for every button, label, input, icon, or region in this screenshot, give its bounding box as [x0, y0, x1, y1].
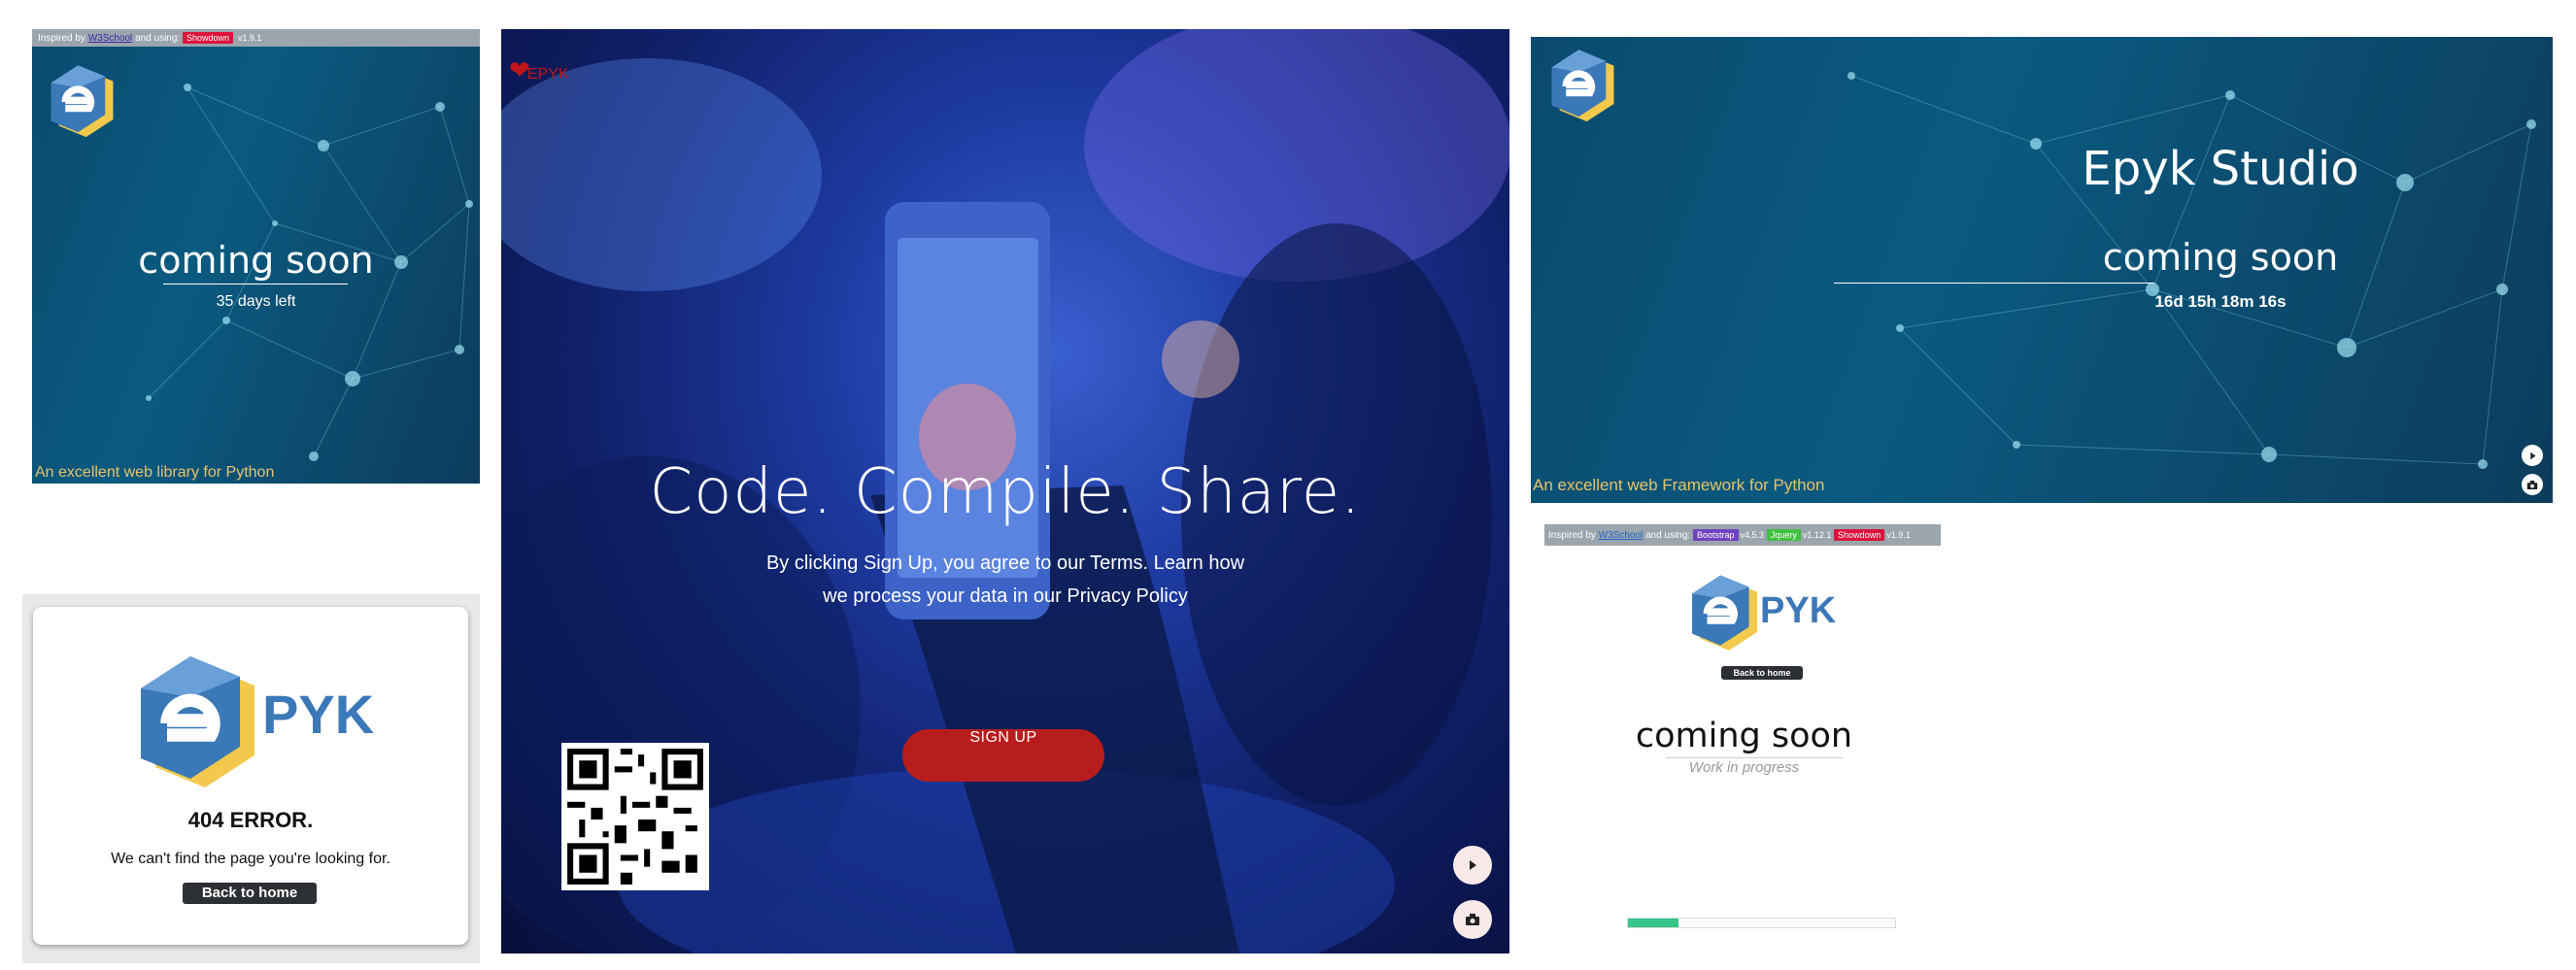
camera-icon — [2526, 480, 2538, 489]
qr-code-icon — [561, 743, 709, 890]
inspired-text: Inspired by — [38, 33, 85, 44]
hero-signup-panel: ❤ EPYK Code. Compile. Share. By clicking… — [501, 29, 1509, 953]
subtext-line-2: we process your data in our Privacy Poli… — [823, 585, 1188, 607]
jquery-badge: Jquery — [1766, 529, 1801, 542]
w3school-link[interactable]: W3School — [88, 33, 133, 44]
play-button[interactable] — [1453, 846, 1492, 885]
countdown-text: 16d 15h 18m 16s — [2154, 292, 2287, 311]
inspired-bar: Inspired by W3School and using: Bootstra… — [1544, 524, 1941, 546]
coming-soon-title: coming soon — [138, 239, 374, 282]
studio-coming-soon-panel: Epyk Studio coming soon 16d 15h 18m 16s … — [1531, 37, 2553, 503]
w3school-link[interactable]: W3School — [1599, 530, 1644, 541]
camera-button[interactable] — [2522, 474, 2543, 495]
bootstrap-version: v4.5.3 — [1740, 530, 1765, 540]
play-icon — [2529, 452, 2535, 459]
error-message: We can't find the page you're looking fo… — [111, 851, 390, 867]
showdown-badge: Showdown — [1834, 529, 1885, 542]
work-in-progress-subtitle: Work in progress — [1688, 759, 1800, 776]
play-icon — [1470, 860, 1476, 870]
using-text: and using: — [1645, 530, 1691, 541]
title-divider — [1666, 757, 1843, 758]
back-to-home-button[interactable]: Back to home — [1721, 666, 1803, 680]
showdown-version: v1.9.1 — [1886, 530, 1911, 540]
sign-up-button[interactable]: SIGN UP — [902, 729, 1104, 782]
footer-tagline: An excellent web Framework for Python — [1533, 476, 1825, 494]
jquery-version: v1.12.1 — [1802, 530, 1832, 540]
bootstrap-badge: Bootstrap — [1693, 529, 1739, 542]
progress-fill — [1628, 919, 1679, 927]
logo-text: PYK — [262, 684, 375, 745]
epyk-logo-icon — [1541, 43, 1620, 130]
coming-soon-title: coming soon — [1635, 717, 1853, 755]
brand-logo-text: EPYK — [526, 66, 569, 83]
days-left-text: 35 days left — [216, 293, 296, 310]
play-button[interactable] — [2522, 445, 2543, 466]
coming-soon-small-panel: Inspired by W3School and using: Showdown… — [32, 29, 480, 484]
inspired-text: Inspired by — [1548, 530, 1596, 541]
coming-soon-title: coming soon — [2102, 236, 2339, 279]
showdown-version: v1.9.1 — [237, 33, 262, 43]
brand-logo[interactable]: ❤ EPYK — [509, 56, 569, 85]
epyk-logo-icon — [40, 58, 119, 146]
camera-button[interactable] — [1453, 900, 1492, 939]
subtext-line-1: By clicking Sign Up, you agree to our Te… — [765, 552, 1245, 574]
footer-tagline: An excellent web library for Python — [35, 464, 275, 481]
title-divider — [1834, 283, 2154, 284]
hero-headline: Code. Compile. Share. — [649, 456, 1362, 528]
inspired-bar: Inspired by W3School and using: Showdown… — [32, 29, 480, 47]
showdown-badge: Showdown — [183, 32, 234, 45]
back-to-home-button[interactable]: Back to home — [183, 883, 317, 904]
work-in-progress-panel: Inspired by W3School and using: Bootstra… — [1544, 524, 1943, 942]
error-404-card: PYK 404 ERROR. We can't find the page yo… — [33, 607, 468, 945]
hero-subtext: By clicking Sign Up, you agree to our Te… — [501, 547, 1509, 613]
epyk-logo-icon — [120, 646, 266, 801]
using-text: and using: — [135, 33, 181, 44]
logo-text: PYK — [1760, 590, 1837, 631]
camera-icon — [1466, 914, 1479, 925]
error-title: 404 ERROR. — [187, 808, 314, 832]
epyk-logo-icon — [1680, 569, 1764, 658]
progress-bar — [1627, 918, 1896, 928]
studio-title: Epyk Studio — [2082, 142, 2359, 196]
